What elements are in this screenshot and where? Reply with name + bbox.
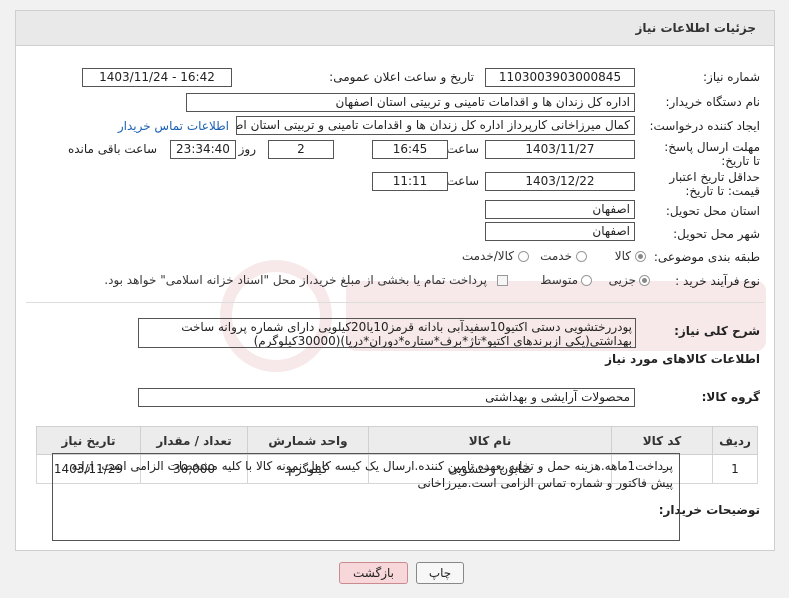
- category-option-goods: کالا: [614, 249, 631, 263]
- category-option-goods-service: کالا/خدمت: [461, 249, 514, 263]
- category-radio-goods[interactable]: [635, 251, 646, 262]
- remaining-field: 23:34:40: [170, 140, 236, 159]
- goods-group-label: گروه کالا:: [701, 390, 760, 404]
- category-label: طبقه بندی موضوعی:: [653, 250, 760, 264]
- category-radio-service[interactable]: [576, 251, 587, 262]
- col-name: نام کالا: [368, 426, 612, 455]
- creator-field: کمال میرزاخانی کارپرداز اداره کل زندان ه…: [236, 116, 635, 135]
- validity-time-field: 11:11: [372, 172, 448, 191]
- panel-header: جزئیات اطلاعات نیاز: [16, 11, 774, 46]
- announce-field: 1403/11/24 - 16:42: [82, 68, 232, 87]
- category-radio-goods-service[interactable]: [518, 251, 529, 262]
- process-label: نوع فرآیند خرید :: [675, 274, 760, 288]
- cell-index: 1: [712, 454, 758, 484]
- process-option-medium: متوسط: [540, 273, 578, 287]
- buyer-org-field: اداره کل زندان ها و اقدامات تامینی و ترب…: [186, 93, 635, 112]
- col-code: کد کالا: [611, 426, 713, 455]
- province-label: استان محل تحویل:: [665, 204, 760, 218]
- deadline-time-field: 16:45: [372, 140, 448, 159]
- deadline-date-field: 1403/11/27: [485, 140, 635, 159]
- col-index: ردیف: [712, 426, 758, 455]
- page: جزئیات اطلاعات نیاز شماره نیاز: 11030039…: [0, 0, 789, 598]
- buyer-org-label: نام دستگاه خریدار:: [665, 95, 761, 109]
- remaining-label: ساعت باقی مانده: [67, 142, 157, 156]
- category-option-service: خدمت: [540, 249, 572, 263]
- divider: [26, 302, 764, 303]
- creator-label: ایجاد کننده درخواست:: [649, 119, 760, 133]
- goods-table-header: ردیف کد کالا نام کالا واحد شمارش تعداد /…: [36, 426, 758, 455]
- city-field: اصفهان: [485, 222, 635, 241]
- col-unit: واحد شمارش: [247, 426, 369, 455]
- goods-group-field: محصولات آرایشی و بهداشتی: [138, 388, 635, 407]
- need-number-field: 1103003903000845: [485, 68, 635, 87]
- col-date: تاریخ نیاز: [36, 426, 141, 455]
- deadline-label: مهلت ارسال پاسخ: تا تاریخ:: [664, 140, 760, 168]
- days-field: 2: [268, 140, 334, 159]
- process-option-minor: جزیی: [608, 273, 636, 287]
- treasury-payment-checkbox[interactable]: [497, 275, 508, 286]
- deadline-time-label: ساعت: [446, 142, 479, 156]
- col-qty: تعداد / مقدار: [140, 426, 248, 455]
- treasury-payment-note: پرداخت تمام یا بخشی از مبلغ خرید،از محل …: [104, 273, 487, 287]
- validity-date-field: 1403/12/22: [485, 172, 635, 191]
- details-panel: جزئیات اطلاعات نیاز شماره نیاز: 11030039…: [15, 10, 775, 551]
- need-number-label: شماره نیاز:: [703, 70, 760, 84]
- back-button[interactable]: بازگشت: [339, 562, 408, 584]
- announce-label: تاریخ و ساعت اعلان عمومی:: [329, 70, 474, 84]
- buyer-notes-field: پرداخت1ماهه.هزینه حمل و تخلیه بعهده تامی…: [52, 453, 680, 541]
- province-field: اصفهان: [485, 200, 635, 219]
- city-label: شهر محل تحویل:: [673, 227, 760, 241]
- description-label: شرح کلی نیاز:: [674, 324, 760, 338]
- page-title: جزئیات اطلاعات نیاز: [635, 21, 756, 35]
- description-field: پودررختشویی دستی اکتیو10سفیدآبی بادانه ق…: [138, 318, 636, 348]
- validity-time-label: ساعت: [446, 174, 479, 188]
- contact-info-link[interactable]: اطلاعات تماس خریدار: [118, 119, 229, 133]
- process-radio-medium[interactable]: [581, 275, 592, 286]
- process-radio-minor[interactable]: [639, 275, 650, 286]
- validity-label: حداقل تاریخ اعتبار قیمت: تا تاریخ:: [669, 170, 760, 198]
- print-button[interactable]: چاپ: [416, 562, 464, 584]
- goods-section-title: اطلاعات کالاهای مورد نیاز: [605, 352, 760, 366]
